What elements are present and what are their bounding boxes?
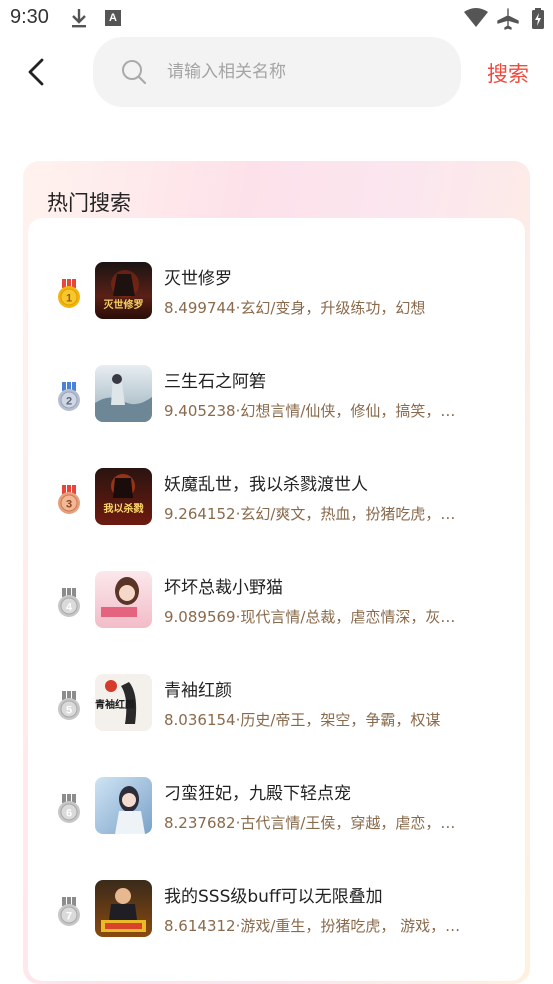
hot-item[interactable]: 4 坏坏总裁小野猫 9.089569·现代言情/总裁，虐恋情深，灰… — [28, 571, 525, 641]
book-title: 青袖红颜 — [164, 681, 232, 701]
search-icon — [122, 60, 147, 85]
book-title: 三生石之阿箬 — [164, 372, 266, 392]
book-cover: 青袖红颜 — [95, 674, 152, 731]
back-button[interactable] — [20, 55, 56, 91]
download-icon — [72, 9, 86, 28]
search-input[interactable] — [167, 37, 447, 107]
hot-search-title: 热门搜索 — [47, 191, 131, 215]
book-title: 妖魔乱世，我以杀戮渡世人 — [164, 475, 368, 495]
rank-number: 2 — [66, 396, 72, 408]
cover-text: 灭世修罗 — [103, 298, 144, 311]
chevron-left-icon — [28, 58, 44, 86]
search-box[interactable] — [93, 37, 461, 107]
rank-number: 6 — [66, 808, 72, 820]
battery-icon — [532, 8, 544, 29]
rank-number: 1 — [66, 293, 72, 305]
book-meta: 9.405238·幻想言情/仙侠，修仙，搞笑，… — [164, 402, 456, 420]
hot-item[interactable]: 3 我以杀戮 妖魔乱世，我以杀戮渡世人 9.264152·玄幻/爽文，热血，扮猪… — [28, 468, 525, 538]
hot-search-list: 1 灭世修罗 灭世修罗 8.499744·玄幻/变身，升级练功，幻想 2 三生石… — [28, 218, 525, 981]
hot-item[interactable]: 1 灭世修罗 灭世修罗 8.499744·玄幻/变身，升级练功，幻想 — [28, 262, 525, 332]
book-cover: 灭世修罗 — [95, 262, 152, 319]
book-meta: 8.614312·游戏/重生，扮猪吃虎， 游戏，… — [164, 917, 461, 935]
hot-item[interactable]: 5 青袖红颜 青袖红颜 8.036154·历史/帝王，架空，争霸，权谋 — [28, 674, 525, 744]
rank-number: 3 — [66, 499, 72, 511]
book-cover — [95, 777, 152, 834]
rank-medal-silver-icon: 2 — [58, 382, 80, 411]
rank-number: 5 — [66, 705, 72, 717]
book-title: 灭世修罗 — [164, 269, 232, 289]
book-title: 坏坏总裁小野猫 — [164, 578, 283, 598]
book-cover: 我以杀戮 — [95, 468, 152, 525]
status-bar: 9:30 A — [0, 0, 553, 36]
rank-medal-bronze-icon: 3 — [58, 485, 80, 514]
status-time: 9:30 — [10, 6, 49, 28]
cover-text: 我以杀戮 — [104, 502, 144, 515]
book-meta: 8.237682·古代言情/王侯，穿越，虐恋，… — [164, 814, 456, 832]
rank-number: 7 — [66, 911, 72, 923]
hot-search-card: 热门搜索 1 灭世修罗 灭世修罗 8.499744·玄幻/变身，升级练功，幻想 — [23, 161, 530, 984]
search-button[interactable]: 搜索 — [487, 58, 529, 88]
book-cover — [95, 571, 152, 628]
book-meta: 8.036154·历史/帝王，架空，争霸，权谋 — [164, 711, 441, 729]
rank-medal-gold-icon: 1 — [58, 279, 80, 308]
rank-medal-gray-icon: 5 — [58, 691, 80, 720]
book-meta: 9.089569·现代言情/总裁，虐恋情深，灰… — [164, 608, 456, 626]
wifi-icon — [464, 8, 488, 27]
book-cover — [95, 880, 152, 937]
hot-item[interactable]: 6 刁蛮狂妃，九殿下轻点宠 8.237682·古代言情/王侯，穿越，虐恋，… — [28, 777, 525, 847]
rank-medal-gray-icon: 4 — [58, 588, 80, 617]
hot-item[interactable]: 7 我的SSS级buff可以无限叠加 8.614312·游戏/重生，扮猪吃虎， … — [28, 880, 525, 950]
book-title: 刁蛮狂妃，九殿下轻点宠 — [164, 784, 351, 804]
book-title: 我的SSS级buff可以无限叠加 — [164, 887, 383, 907]
rank-medal-gray-icon: 7 — [58, 897, 80, 926]
cover-text: 青袖红颜 — [95, 698, 135, 711]
rank-medal-gray-icon: 6 — [58, 794, 80, 823]
book-cover — [95, 365, 152, 422]
hot-item[interactable]: 2 三生石之阿箬 9.405238·幻想言情/仙侠，修仙，搞笑，… — [28, 365, 525, 435]
book-meta: 9.264152·玄幻/爽文，热血，扮猪吃虎，… — [164, 505, 456, 523]
airplane-mode-icon — [497, 8, 519, 30]
notification-a-icon: A — [105, 10, 121, 26]
book-meta: 8.499744·玄幻/变身，升级练功，幻想 — [164, 299, 426, 317]
rank-number: 4 — [66, 602, 73, 614]
